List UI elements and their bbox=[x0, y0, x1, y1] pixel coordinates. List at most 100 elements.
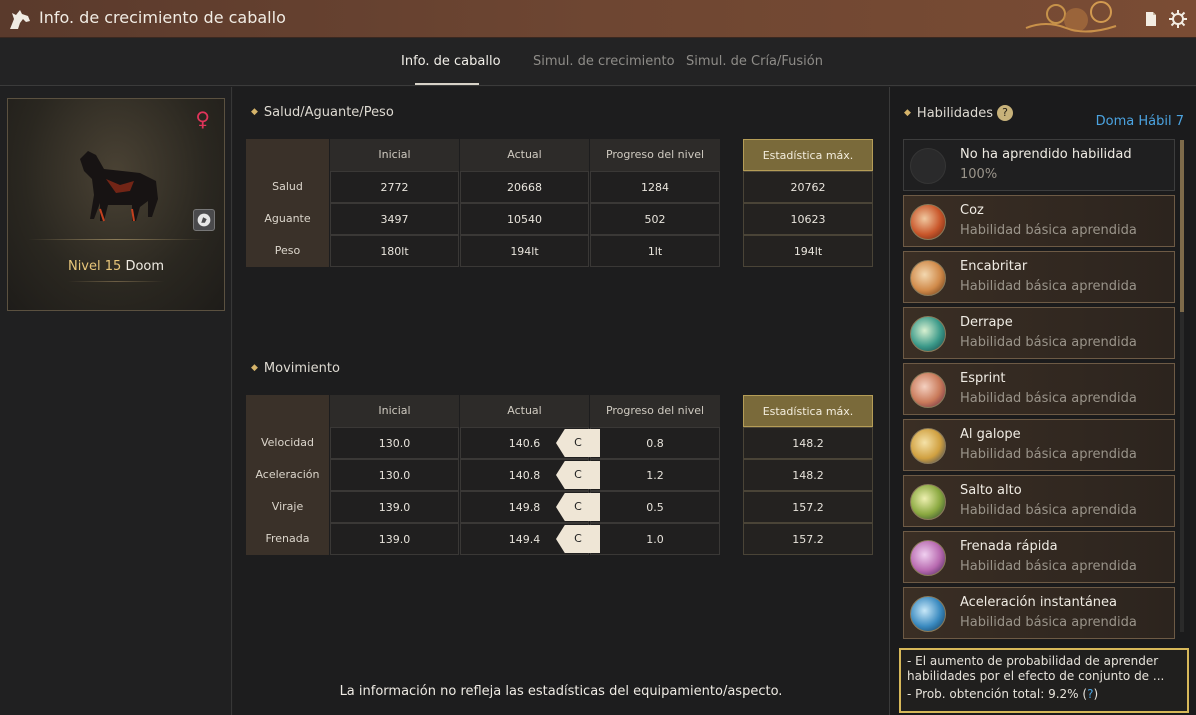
skill-name: No ha aprendido habilidad bbox=[960, 147, 1132, 162]
movement-table: Inicial Actual Progreso del nivel anteri… bbox=[246, 395, 877, 557]
stat-max: 157.2 bbox=[743, 491, 873, 523]
total-probability-line: - Prob. obtención total: 9.2% (?) bbox=[907, 687, 1181, 702]
skill-status: Habilidad básica aprendida bbox=[960, 279, 1137, 294]
row-label: Aceleración bbox=[246, 459, 329, 491]
movement-title-text: Movimiento bbox=[263, 361, 340, 376]
col-header-initial: Inicial bbox=[330, 139, 459, 171]
skill-slot-empty[interactable]: No ha aprendido habilidad 100% bbox=[903, 139, 1175, 191]
horse-name: Doom bbox=[125, 259, 165, 274]
stat-current: 20668 bbox=[460, 171, 589, 203]
stat-initial: 2772 bbox=[330, 171, 459, 203]
card-divider-bottom bbox=[68, 281, 164, 282]
sprint-skill-icon bbox=[910, 372, 946, 408]
high-jump-skill-icon bbox=[910, 484, 946, 520]
row-label: Peso bbox=[246, 235, 329, 267]
skill-probability-info: - El aumento de probabilidad de aprender… bbox=[899, 648, 1189, 713]
stat-initial: 139.0 bbox=[330, 491, 459, 523]
tab-growth-sim[interactable]: Simul. de crecimiento bbox=[533, 54, 675, 69]
level-label: Nivel bbox=[67, 259, 101, 274]
horse-head-icon bbox=[10, 10, 30, 29]
kick-skill-icon bbox=[910, 204, 946, 240]
row-label: Aguante bbox=[246, 203, 329, 235]
skill-status: Habilidad básica aprendida bbox=[960, 615, 1137, 630]
skill-name: Esprint bbox=[960, 371, 1006, 386]
col-header-current: Actual bbox=[460, 139, 589, 171]
horse-card: ♀ Nivel 15 Doom bbox=[7, 98, 225, 311]
stat-max: 148.2 bbox=[743, 459, 873, 491]
row-label: Salud bbox=[246, 171, 329, 203]
skill-status: Habilidad básica aprendida bbox=[960, 391, 1137, 406]
skill-status: Habilidad básica aprendida bbox=[960, 447, 1137, 462]
stat-progress: 0.8 bbox=[590, 427, 720, 459]
gallop-skill-icon bbox=[910, 428, 946, 464]
stat-max: 194lt bbox=[743, 235, 873, 267]
tab-breeding-sim[interactable]: Simul. de Cría/Fusión bbox=[686, 54, 823, 69]
stat-max: 20762 bbox=[743, 171, 873, 203]
grade-badge: C bbox=[556, 493, 600, 521]
rear-up-skill-icon bbox=[910, 260, 946, 296]
female-gender-icon: ♀ bbox=[195, 107, 210, 131]
stat-progress: 0.5 bbox=[590, 491, 720, 523]
horse-emblem-button[interactable] bbox=[193, 209, 215, 231]
skill-status: Habilidad básica aprendida bbox=[960, 559, 1137, 574]
col-header-max: Estadística máx. bbox=[743, 139, 873, 171]
skill-item-coz[interactable]: Coz Habilidad básica aprendida bbox=[903, 195, 1175, 247]
skill-item-encabritar[interactable]: Encabritar Habilidad básica aprendida bbox=[903, 251, 1175, 303]
document-icon[interactable] bbox=[1141, 9, 1161, 29]
col-header-max: Estadística máx. bbox=[743, 395, 873, 427]
skill-item-esprint[interactable]: Esprint Habilidad básica aprendida bbox=[903, 363, 1175, 415]
stat-max: 148.2 bbox=[743, 427, 873, 459]
skill-name: Salto alto bbox=[960, 483, 1022, 498]
health-title-text: Salud/Aguante/Peso bbox=[263, 105, 394, 120]
grade-badge: C bbox=[556, 429, 600, 457]
scrollbar-thumb[interactable] bbox=[1180, 140, 1184, 312]
stat-progress: 1lt bbox=[590, 235, 720, 267]
skill-item-frenada-rapida[interactable]: Frenada rápida Habilidad básica aprendid… bbox=[903, 531, 1175, 583]
stat-max: 157.2 bbox=[743, 523, 873, 555]
bullet-icon: ◆ bbox=[904, 108, 911, 118]
bullet-icon: ◆ bbox=[251, 107, 258, 117]
level-value: 15 bbox=[104, 259, 122, 274]
stat-progress: 502 bbox=[590, 203, 720, 235]
settings-gear-icon[interactable] bbox=[1168, 9, 1188, 29]
window-title: Info. de crecimiento de caballo bbox=[39, 8, 286, 27]
col-header-initial: Inicial bbox=[330, 395, 459, 427]
tab-bar: Info. de caballo Simul. de crecimiento S… bbox=[0, 38, 1196, 86]
skill-name: Encabritar bbox=[960, 259, 1028, 274]
table-corner bbox=[246, 139, 329, 171]
grade-badge: C bbox=[556, 461, 600, 489]
bullet-icon: ◆ bbox=[251, 363, 258, 373]
movement-section-title: ◆ Movimiento bbox=[251, 361, 340, 376]
horse-panel: ♀ Nivel 15 Doom bbox=[0, 87, 232, 715]
grade-badge: C bbox=[556, 525, 600, 553]
equipment-disclaimer: La información no refleja las estadístic… bbox=[339, 684, 783, 699]
stat-progress: 1.2 bbox=[590, 459, 720, 491]
skills-title-text: Habilidades bbox=[916, 106, 993, 121]
skill-status: Habilidad básica aprendida bbox=[960, 335, 1137, 350]
empty-skill-icon bbox=[910, 148, 946, 184]
skill-item-aceleracion-instantanea[interactable]: Aceleración instantánea Habilidad básica… bbox=[903, 587, 1175, 639]
instant-accel-skill-icon bbox=[910, 596, 946, 632]
health-table: Inicial Actual Progreso del nivel anteri… bbox=[246, 139, 877, 269]
skill-item-derrape[interactable]: Derrape Habilidad básica aprendida bbox=[903, 307, 1175, 359]
probability-close-paren: ) bbox=[1093, 687, 1099, 701]
stats-panel: ◆ Salud/Aguante/Peso Inicial Actual Progr… bbox=[233, 87, 889, 715]
cloud-decoration-icon bbox=[1025, 1, 1117, 33]
row-label: Frenada bbox=[246, 523, 329, 555]
skill-status: Habilidad básica aprendida bbox=[960, 503, 1137, 518]
skill-item-al-galope[interactable]: Al galope Habilidad básica aprendida bbox=[903, 419, 1175, 471]
tab-horse-info[interactable]: Info. de caballo bbox=[401, 54, 501, 69]
skills-scrollbar[interactable] bbox=[1180, 140, 1184, 632]
taming-skill-label: Doma Hábil 7 bbox=[1095, 114, 1184, 129]
skill-status: Habilidad básica aprendida bbox=[960, 223, 1137, 238]
stat-current: 10540 bbox=[460, 203, 589, 235]
skill-item-salto-alto[interactable]: Salto alto Habilidad básica aprendida bbox=[903, 475, 1175, 527]
card-divider bbox=[28, 239, 204, 240]
help-icon[interactable]: ? bbox=[997, 105, 1013, 121]
quick-stop-skill-icon bbox=[910, 540, 946, 576]
skill-name: Derrape bbox=[960, 315, 1013, 330]
drift-skill-icon bbox=[910, 316, 946, 352]
skill-name: Coz bbox=[960, 203, 984, 218]
stat-initial: 130.0 bbox=[330, 427, 459, 459]
skills-title: ◆ Habilidades? bbox=[904, 105, 1013, 121]
